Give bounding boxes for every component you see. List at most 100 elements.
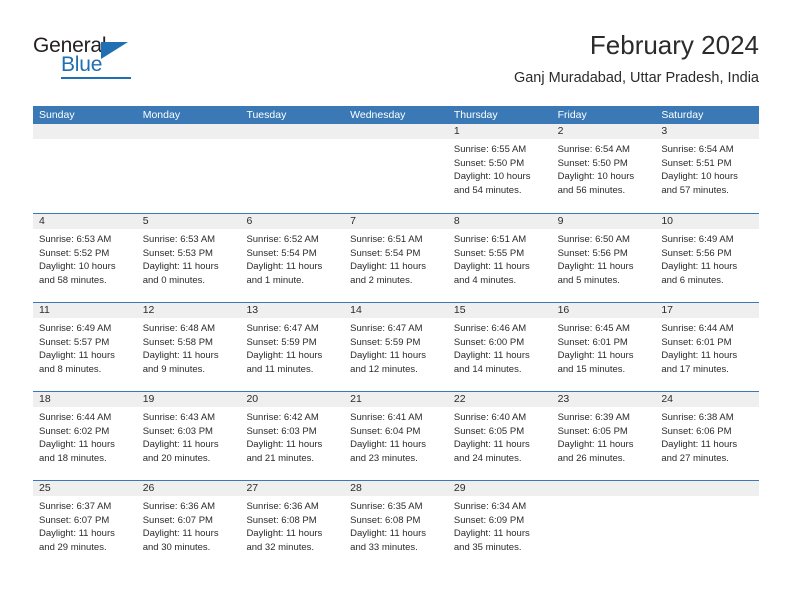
day-cell[interactable] [240, 124, 345, 213]
daylight-text: Daylight: 11 hours and 5 minutes. [557, 261, 634, 286]
day-cell[interactable]: 4 Sunrise: 6:53 AM Sunset: 5:52 PM Daylight… [33, 214, 137, 302]
sunset-text: Sunset: 5:55 PM [453, 247, 525, 259]
day-number: 19 [136, 392, 241, 407]
day-cell[interactable]: 11 Sunrise: 6:49 AM Sunset: 5:57 PM Dayligh… [33, 303, 137, 391]
sunset-text: Sunset: 6:07 PM [142, 514, 213, 526]
weekday-thursday: Thursday [453, 109, 498, 121]
daylight-text: Daylight: 10 hours and 54 minutes. [453, 171, 531, 196]
day-cell[interactable]: 22 Sunrise: 6:40 AM Sunset: 6:05 PM Dayligh… [447, 392, 552, 480]
day-cell[interactable]: 10 Sunrise: 6:49 AM Sunset: 5:56 PM Dayligh… [655, 214, 760, 302]
sunset-text: Sunset: 6:08 PM [246, 514, 317, 526]
sunrise-text: Sunrise: 6:55 AM [453, 144, 527, 155]
sunrise-text: Sunrise: 6:44 AM [661, 323, 734, 334]
day-cell[interactable]: 16 Sunrise: 6:45 AM Sunset: 6:01 PM Dayligh… [551, 303, 656, 391]
day-details: Sunrise: 6:51 AM Sunset: 5:55 PM Daylight:… [448, 229, 552, 287]
day-cell[interactable]: 12 Sunrise: 6:48 AM Sunset: 5:58 PM Dayligh… [136, 303, 241, 391]
sunset-text: Sunset: 5:54 PM [350, 247, 421, 259]
sunset-text: Sunset: 5:54 PM [246, 247, 317, 259]
sunrise-text: Sunrise: 6:50 AM [557, 234, 630, 245]
day-number [240, 124, 345, 139]
sunrise-text: Sunrise: 6:40 AM [453, 412, 527, 423]
sunset-text: Sunset: 6:09 PM [453, 514, 525, 526]
day-number: 3 [655, 124, 760, 139]
daylight-text: Daylight: 11 hours and 8 minutes. [39, 350, 115, 375]
day-cell[interactable] [136, 124, 241, 213]
weekday-wednesday: Wednesday [350, 109, 406, 121]
sunset-text: Sunset: 6:01 PM [557, 336, 628, 348]
day-details: Sunrise: 6:39 AM Sunset: 6:05 PM Daylight:… [552, 407, 656, 465]
day-cell[interactable]: 28 Sunrise: 6:35 AM Sunset: 6:08 PM Dayligh… [344, 481, 448, 569]
daylight-text: Daylight: 11 hours and 35 minutes. [453, 528, 530, 553]
sunset-text: Sunset: 6:03 PM [142, 425, 213, 437]
day-cell[interactable]: 3 Sunrise: 6:54 AM Sunset: 5:51 PM Daylight… [655, 124, 760, 213]
day-cell[interactable]: 19 Sunrise: 6:43 AM Sunset: 6:03 PM Dayligh… [136, 392, 241, 480]
sunset-text: Sunset: 5:59 PM [350, 336, 421, 348]
day-cell[interactable] [344, 124, 448, 213]
daylight-text: Daylight: 11 hours and 29 minutes. [39, 528, 115, 553]
day-number [136, 124, 241, 139]
day-cell[interactable]: 8 Sunrise: 6:51 AM Sunset: 5:55 PM Daylight… [447, 214, 552, 302]
day-cell[interactable]: 7 Sunrise: 6:51 AM Sunset: 5:54 PM Daylight… [344, 214, 448, 302]
day-details: Sunrise: 6:36 AM Sunset: 6:08 PM Daylight:… [240, 496, 344, 554]
day-cell[interactable]: 15 Sunrise: 6:46 AM Sunset: 6:00 PM Dayligh… [447, 303, 552, 391]
day-cell[interactable]: 1 Sunrise: 6:55 AM Sunset: 5:50 PM Daylight… [447, 124, 552, 213]
general-blue-logo[interactable]: General Blue [33, 34, 153, 82]
sunrise-text: Sunrise: 6:36 AM [246, 501, 319, 512]
day-cell[interactable] [655, 481, 760, 569]
day-details: Sunrise: 6:46 AM Sunset: 6:00 PM Daylight:… [448, 318, 552, 376]
day-cell[interactable]: 9 Sunrise: 6:50 AM Sunset: 5:56 PM Daylight… [551, 214, 656, 302]
sunrise-text: Sunrise: 6:43 AM [142, 412, 216, 423]
day-details: Sunrise: 6:49 AM Sunset: 5:57 PM Daylight:… [33, 318, 137, 376]
daylight-text: Daylight: 11 hours and 12 minutes. [350, 350, 427, 375]
page-title: February 2024 [589, 30, 759, 60]
sunrise-text: Sunrise: 6:34 AM [453, 501, 527, 512]
daylight-text: Daylight: 11 hours and 4 minutes. [453, 261, 530, 286]
sunrise-text: Sunrise: 6:54 AM [661, 144, 734, 155]
day-cell[interactable]: 18 Sunrise: 6:44 AM Sunset: 6:02 PM Dayligh… [33, 392, 137, 480]
day-details: Sunrise: 6:38 AM Sunset: 6:06 PM Daylight:… [655, 407, 759, 465]
day-cell[interactable] [551, 481, 656, 569]
day-cell[interactable]: 5 Sunrise: 6:53 AM Sunset: 5:53 PM Daylight… [136, 214, 241, 302]
day-cell[interactable]: 14 Sunrise: 6:47 AM Sunset: 5:59 PM Dayligh… [344, 303, 448, 391]
day-cell[interactable]: 25 Sunrise: 6:37 AM Sunset: 6:07 PM Dayligh… [33, 481, 137, 569]
day-number: 15 [447, 303, 552, 318]
day-cell[interactable]: 6 Sunrise: 6:52 AM Sunset: 5:54 PM Daylight… [240, 214, 345, 302]
day-details: Sunrise: 6:42 AM Sunset: 6:03 PM Daylight:… [240, 407, 344, 465]
day-details: Sunrise: 6:55 AM Sunset: 5:50 PM Daylight:… [448, 139, 552, 197]
day-cell[interactable] [33, 124, 137, 213]
day-cell[interactable]: 20 Sunrise: 6:42 AM Sunset: 6:03 PM Dayligh… [240, 392, 345, 480]
sunrise-text: Sunrise: 6:38 AM [661, 412, 734, 423]
weekday-tuesday: Tuesday [246, 109, 287, 121]
day-number: 14 [344, 303, 448, 318]
day-details: Sunrise: 6:47 AM Sunset: 5:59 PM Daylight:… [344, 318, 448, 376]
day-cell[interactable]: 2 Sunrise: 6:54 AM Sunset: 5:50 PM Daylight… [551, 124, 656, 213]
sunset-text: Sunset: 6:05 PM [557, 425, 628, 437]
day-cell[interactable]: 27 Sunrise: 6:36 AM Sunset: 6:08 PM Dayligh… [240, 481, 345, 569]
day-number: 8 [447, 214, 552, 229]
sunrise-text: Sunrise: 6:41 AM [350, 412, 423, 423]
day-cell[interactable]: 17 Sunrise: 6:44 AM Sunset: 6:01 PM Dayligh… [655, 303, 760, 391]
sunset-text: Sunset: 5:59 PM [246, 336, 317, 348]
day-cell[interactable]: 21 Sunrise: 6:41 AM Sunset: 6:04 PM Dayligh… [344, 392, 448, 480]
day-cell[interactable]: 29 Sunrise: 6:34 AM Sunset: 6:09 PM Dayligh… [447, 481, 552, 569]
day-number: 4 [33, 214, 137, 229]
sunrise-text: Sunrise: 6:49 AM [661, 234, 734, 245]
day-cell[interactable]: 26 Sunrise: 6:36 AM Sunset: 6:07 PM Dayligh… [136, 481, 241, 569]
day-number: 18 [33, 392, 137, 407]
daylight-text: Daylight: 11 hours and 9 minutes. [142, 350, 219, 375]
week-row: 25 Sunrise: 6:37 AM Sunset: 6:07 PM Dayligh… [33, 480, 760, 569]
sunrise-text: Sunrise: 6:37 AM [39, 501, 112, 512]
sunrise-text: Sunrise: 6:46 AM [453, 323, 527, 334]
day-number: 13 [240, 303, 345, 318]
weekday-saturday: Saturday [661, 109, 704, 121]
day-number: 1 [447, 124, 552, 139]
day-cell[interactable]: 23 Sunrise: 6:39 AM Sunset: 6:05 PM Dayligh… [551, 392, 656, 480]
day-details: Sunrise: 6:52 AM Sunset: 5:54 PM Daylight:… [240, 229, 344, 287]
day-number: 26 [136, 481, 241, 496]
sunrise-text: Sunrise: 6:49 AM [39, 323, 112, 334]
day-cell[interactable]: 13 Sunrise: 6:47 AM Sunset: 5:59 PM Dayligh… [240, 303, 345, 391]
day-cell[interactable]: 24 Sunrise: 6:38 AM Sunset: 6:06 PM Dayligh… [655, 392, 760, 480]
sunrise-text: Sunrise: 6:53 AM [39, 234, 112, 245]
sunset-text: Sunset: 5:50 PM [453, 157, 525, 169]
day-details: Sunrise: 6:40 AM Sunset: 6:05 PM Daylight:… [448, 407, 552, 465]
